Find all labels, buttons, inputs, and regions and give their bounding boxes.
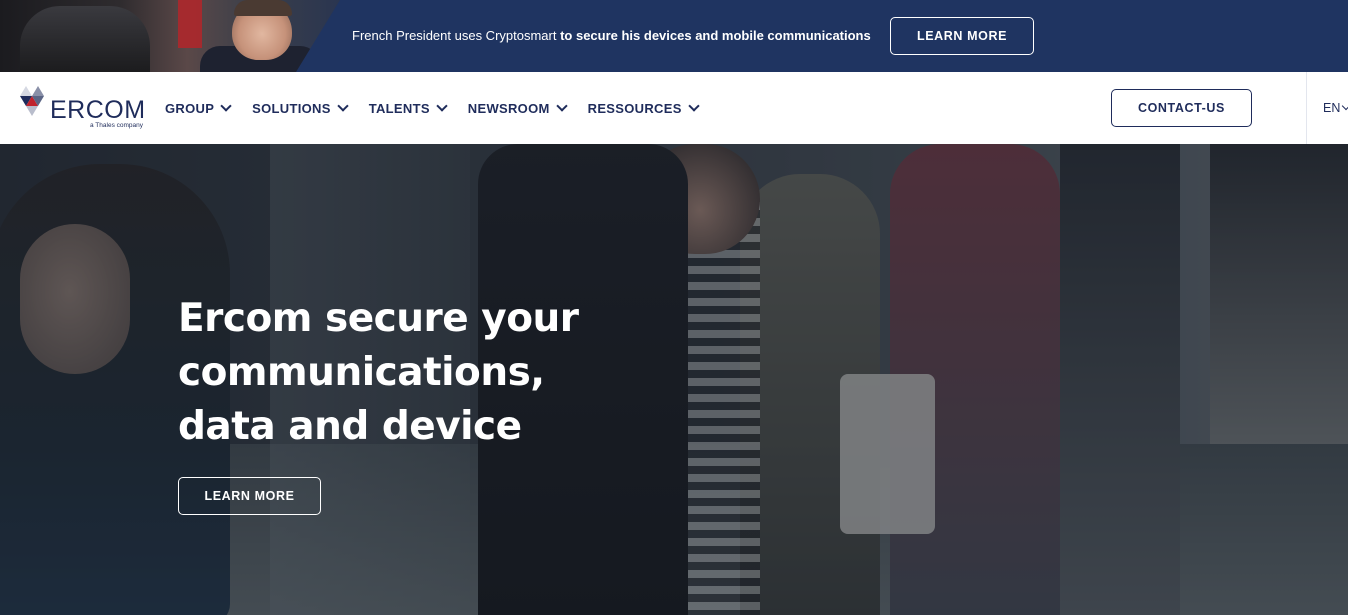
chevron-down-icon xyxy=(688,99,700,112)
hero-section: Ercom secure your communications, data a… xyxy=(0,144,1348,615)
hero-title: Ercom secure your communications, data a… xyxy=(178,296,579,449)
chevron-down-icon xyxy=(220,99,232,112)
language-label: EN xyxy=(1323,101,1341,115)
promo-banner: French President uses Cryptosmart to sec… xyxy=(0,0,1348,72)
menu-item-label: GROUP xyxy=(165,101,215,116)
hero-learn-more-button[interactable]: LEARN MORE xyxy=(178,477,321,515)
contact-us-button[interactable]: CONTACT-US xyxy=(1111,89,1252,127)
chevron-down-icon xyxy=(436,99,448,112)
main-header: ERCOM a Thales company GROUP SOLUTIONS T… xyxy=(0,72,1348,144)
promo-photo xyxy=(0,0,340,72)
language-selector[interactable]: EN xyxy=(1323,101,1348,115)
menu-item-solutions[interactable]: SOLUTIONS xyxy=(252,99,349,116)
divider xyxy=(1306,72,1307,144)
menu-item-label: NEWSROOM xyxy=(467,101,550,116)
promo-text-regular: French President uses Cryptosmart xyxy=(352,28,561,43)
main-menu: GROUP SOLUTIONS TALENTS NEWSROOM RESSOUR… xyxy=(165,99,720,116)
promo-learn-more-button[interactable]: LEARN MORE xyxy=(890,17,1034,55)
logo-wordmark: ERCOM xyxy=(50,96,146,124)
menu-item-label: SOLUTIONS xyxy=(252,101,331,116)
menu-item-label: RESSOURCES xyxy=(587,101,682,116)
menu-item-ressources[interactable]: RESSOURCES xyxy=(587,99,700,116)
chevron-down-icon xyxy=(1342,101,1348,111)
menu-item-group[interactable]: GROUP xyxy=(165,99,232,116)
menu-item-talents[interactable]: TALENTS xyxy=(368,99,448,116)
logo-subtext: a Thales company xyxy=(90,122,143,129)
logo[interactable]: ERCOM a Thales company xyxy=(18,86,158,132)
chevron-down-icon xyxy=(337,99,349,112)
menu-item-label: TALENTS xyxy=(368,101,430,116)
promo-text-bold: to secure his devices and mobile communi… xyxy=(560,28,871,43)
menu-item-newsroom[interactable]: NEWSROOM xyxy=(467,99,568,116)
chevron-down-icon xyxy=(555,99,568,112)
promo-text: French President uses Cryptosmart to sec… xyxy=(352,28,871,43)
